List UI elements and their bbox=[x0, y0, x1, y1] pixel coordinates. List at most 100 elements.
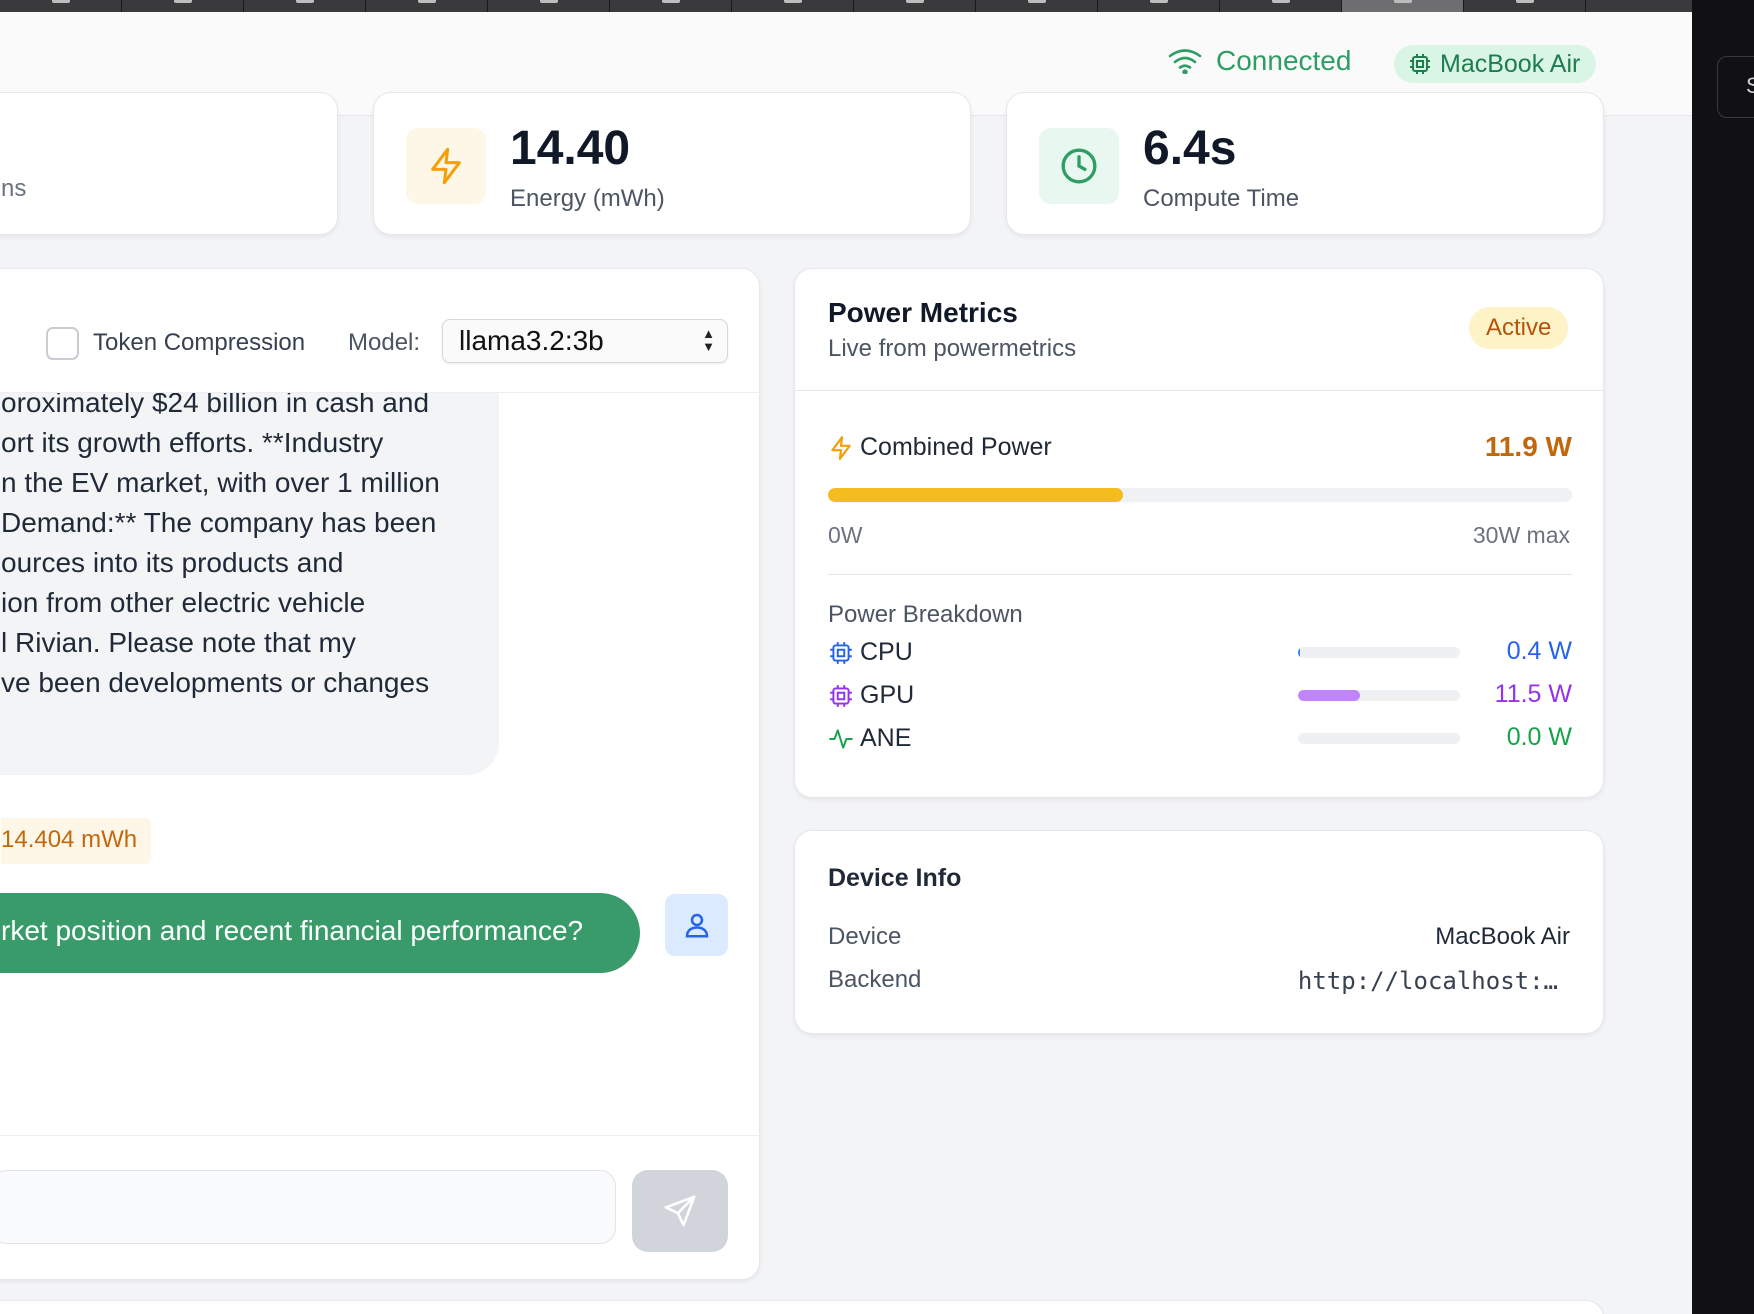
clock-icon bbox=[1061, 148, 1097, 184]
message-input[interactable] bbox=[0, 1170, 616, 1244]
power-breakdown-bar-fill bbox=[1298, 690, 1361, 701]
backend-url: http://localhost:… bbox=[1297, 967, 1558, 995]
model-select[interactable]: llama3.2:3b ▲ ▼ bbox=[442, 319, 728, 363]
assistant-message: oroximately $24 billion in cash and ort … bbox=[0, 393, 499, 775]
assistant-message-line: Demand:** The company has been bbox=[1, 507, 437, 538]
combined-power-bar bbox=[828, 488, 1572, 502]
lower-panel-edge bbox=[0, 1300, 1604, 1314]
power-breakdown-row-ane: ANE 0.0 W bbox=[828, 721, 1572, 757]
browser-tab[interactable] bbox=[732, 0, 854, 12]
power-breakdown-title: Power Breakdown bbox=[828, 601, 1023, 628]
connection-status-text: Connected bbox=[1216, 45, 1352, 76]
browser-tab[interactable] bbox=[1098, 0, 1220, 12]
device-info-key: Device bbox=[828, 923, 902, 950]
browser-tab-strip bbox=[0, 0, 1692, 12]
assistant-message-line: oroximately $24 billion in cash and bbox=[1, 393, 430, 418]
token-compression-label[interactable]: Token Compression bbox=[93, 329, 305, 357]
power-breakdown-row-gpu: GPU 11.5 W bbox=[828, 678, 1572, 714]
power-breakdown-value: 0.0 W bbox=[1506, 723, 1572, 751]
device-info-value: MacBook Air bbox=[1435, 923, 1570, 950]
chat-toolbar: Token Compression Model: llama3.2:3b ▲ ▼ bbox=[0, 269, 761, 393]
message-list[interactable]: oroximately $24 billion in cash and ort … bbox=[0, 393, 761, 1135]
compute-time-value: 6.4s bbox=[1143, 122, 1237, 175]
power-breakdown-bar bbox=[1298, 690, 1460, 701]
model-label: Model: bbox=[348, 329, 421, 356]
energy-value: 14.40 bbox=[510, 122, 631, 175]
lightning-icon bbox=[831, 436, 851, 460]
device-info-panel: Device Info Device MacBook Air Backend h… bbox=[794, 830, 1604, 1034]
assistant-message-line: ve been developments or changes bbox=[1, 667, 430, 698]
combined-power-value: 11.9 W bbox=[1484, 431, 1572, 462]
power-breakdown-bar bbox=[1298, 733, 1460, 744]
power-metrics-header: Power Metrics Live from powermetrics Act… bbox=[795, 269, 1605, 391]
browser-tab[interactable] bbox=[366, 0, 488, 12]
combined-power-row: Combined Power 11.9 W bbox=[828, 431, 1572, 467]
browser-tab[interactable] bbox=[244, 0, 366, 12]
energy-stat-icon-box bbox=[406, 128, 486, 204]
connection-status: Connected bbox=[1168, 45, 1351, 77]
stat-label: ns bbox=[1, 175, 27, 202]
send-icon bbox=[664, 1195, 696, 1227]
power-breakdown-value: 11.5 W bbox=[1494, 680, 1572, 708]
user-avatar bbox=[665, 894, 728, 956]
browser-tab[interactable] bbox=[610, 0, 732, 12]
combined-power-label: Combined Power bbox=[860, 433, 1052, 461]
adjacent-window: S bbox=[1692, 0, 1754, 1314]
browser-tab[interactable] bbox=[976, 0, 1098, 12]
compute-time-label: Compute Time bbox=[1143, 185, 1300, 212]
power-breakdown-value: 0.4 W bbox=[1506, 637, 1572, 665]
power-metrics-title: Power Metrics bbox=[828, 297, 1018, 328]
power-metrics-subtitle: Live from powermetrics bbox=[828, 335, 1077, 362]
power-scale-min: 0W bbox=[828, 522, 863, 548]
device-info-title: Device Info bbox=[828, 864, 962, 892]
gpu-icon bbox=[830, 685, 852, 707]
divider bbox=[828, 574, 1572, 575]
power-breakdown-bar-fill bbox=[1298, 647, 1301, 658]
model-select-value: llama3.2:3b bbox=[459, 325, 604, 356]
assistant-message-line: l Rivian. Please note that my bbox=[1, 627, 356, 658]
stat-card-compute-time: 6.4s Compute Time bbox=[1006, 92, 1604, 235]
browser-tab-active[interactable] bbox=[1342, 0, 1464, 12]
cpu-icon bbox=[830, 642, 852, 664]
browser-tab[interactable] bbox=[0, 0, 122, 12]
assistant-message-line: ion from other electric vehicle bbox=[1, 587, 366, 618]
message-energy-tag: 14.404 mWh bbox=[1, 818, 152, 864]
browser-tab[interactable] bbox=[122, 0, 244, 12]
browser-tab[interactable] bbox=[1220, 0, 1342, 12]
select-arrows-icon: ▲ ▼ bbox=[702, 326, 715, 354]
energy-label: Energy (mWh) bbox=[510, 185, 665, 212]
app-viewport: Connected MacBook Air ns 14.40 Energy (m… bbox=[0, 12, 1692, 1314]
browser-tab[interactable] bbox=[1464, 0, 1586, 12]
compute-stat-icon-box bbox=[1039, 128, 1119, 204]
wifi-icon bbox=[1168, 49, 1202, 74]
lightning-icon bbox=[431, 147, 461, 185]
message-composer bbox=[0, 1135, 761, 1281]
power-breakdown-bar bbox=[1298, 647, 1460, 658]
adjacent-window-button[interactable]: S bbox=[1717, 56, 1754, 118]
power-metrics-panel: Power Metrics Live from powermetrics Act… bbox=[794, 268, 1605, 798]
chip-icon bbox=[1410, 54, 1430, 74]
combined-power-bar-fill bbox=[828, 488, 1124, 502]
power-breakdown-label: CPU bbox=[860, 638, 913, 666]
activity-icon bbox=[829, 729, 853, 749]
power-breakdown-label: GPU bbox=[860, 681, 915, 709]
user-icon bbox=[685, 913, 708, 938]
assistant-message-line: n the EV market, with over 1 million bbox=[1, 467, 440, 498]
browser-tab[interactable] bbox=[488, 0, 610, 12]
token-compression-checkbox[interactable] bbox=[46, 327, 79, 360]
browser-tab[interactable] bbox=[854, 0, 976, 12]
device-info-key: Backend bbox=[828, 966, 922, 993]
user-message: rket position and recent financial perfo… bbox=[0, 893, 640, 973]
device-badge: MacBook Air bbox=[1394, 45, 1597, 83]
send-button[interactable] bbox=[632, 1170, 728, 1252]
assistant-message-line: ort its growth efforts. **Industry bbox=[1, 427, 384, 458]
assistant-message-line: ources into its products and bbox=[1, 547, 344, 578]
chat-panel: Token Compression Model: llama3.2:3b ▲ ▼ … bbox=[0, 268, 761, 1281]
power-breakdown-row-cpu: CPU 0.4 W bbox=[828, 635, 1572, 671]
stat-card-energy: 14.40 Energy (mWh) bbox=[373, 92, 971, 235]
device-badge-label: MacBook Air bbox=[1440, 49, 1581, 78]
power-breakdown-label: ANE bbox=[860, 724, 912, 752]
status-badge: Active bbox=[1469, 307, 1569, 349]
stat-card-partial: ns bbox=[0, 92, 338, 235]
power-scale-max: 30W max bbox=[1472, 522, 1570, 548]
